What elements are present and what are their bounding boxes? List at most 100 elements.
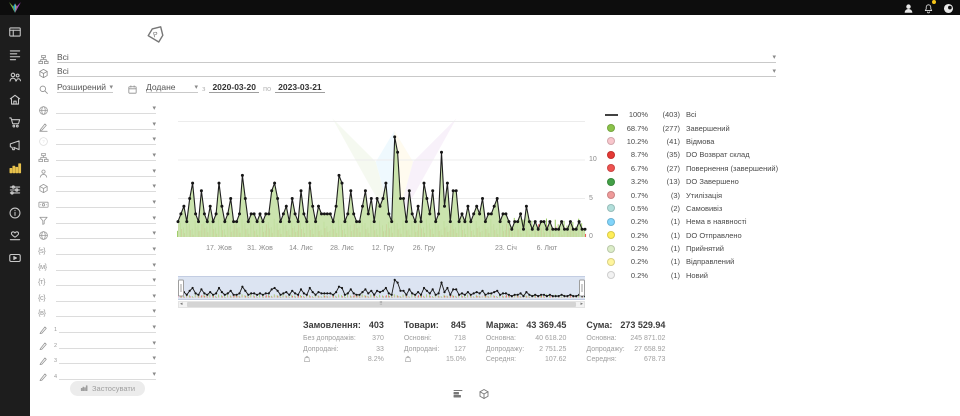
panel-filter-row-token{м}: {м}▾ bbox=[38, 258, 156, 271]
panel-filter-select[interactable]: ▾ bbox=[56, 290, 156, 302]
scroll-left-arrow[interactable]: ◂ bbox=[180, 301, 183, 308]
sidebar-item-cart[interactable] bbox=[8, 115, 22, 129]
chevron-down-icon: ▾ bbox=[152, 105, 156, 113]
sidebar-item-statistics[interactable] bbox=[8, 161, 22, 175]
chart-icon bbox=[80, 384, 88, 394]
products-select[interactable]: Всі ▾ bbox=[57, 64, 776, 77]
sidebar-item-orders-list[interactable] bbox=[8, 48, 22, 62]
chevron-down-icon: ▾ bbox=[152, 136, 156, 144]
chevron-down-icon: ▾ bbox=[109, 84, 113, 92]
panel-filter-row-pen: ▾ bbox=[38, 117, 156, 130]
panel-filter-select[interactable]: ▾ bbox=[56, 305, 156, 317]
legend-item[interactable]: 0.7%(3)Утилізація bbox=[604, 188, 784, 201]
legend-label: Відмова bbox=[686, 137, 714, 146]
pen-icon bbox=[38, 119, 49, 130]
sidebar-item-dashboard[interactable] bbox=[8, 25, 22, 39]
legend-dot-symbol bbox=[607, 204, 615, 212]
search-mode-select[interactable]: Розширений ▾ bbox=[57, 80, 113, 93]
legend-count: (13) bbox=[654, 177, 680, 186]
scroll-right-arrow[interactable]: ▸ bbox=[580, 301, 583, 308]
tag-icon[interactable]: P bbox=[140, 23, 171, 48]
search-icon[interactable] bbox=[38, 82, 49, 93]
stats-sub-label: Допродані: bbox=[303, 345, 338, 356]
panel-filter-select[interactable]: ▾ bbox=[56, 165, 156, 177]
bag-icon bbox=[404, 355, 412, 363]
legend-item[interactable]: 0.2%(1)Нема в наявності bbox=[604, 215, 784, 228]
user-icon[interactable] bbox=[903, 1, 914, 12]
date-field-select[interactable]: Додане ▾ bbox=[146, 80, 198, 93]
chevron-down-icon: ▾ bbox=[194, 84, 198, 92]
panel-filter-select[interactable]: ▾ bbox=[59, 352, 156, 364]
sidebar-item-store[interactable] bbox=[8, 93, 22, 107]
legend-percent: 0.5% bbox=[622, 204, 648, 213]
panel-filter-select[interactable]: ▾ bbox=[56, 259, 156, 271]
brand-logo-icon[interactable] bbox=[7, 1, 23, 14]
legend-item[interactable]: 0.2%(1)DO Отправлено bbox=[604, 229, 784, 242]
sidebar-item-marketing[interactable] bbox=[8, 138, 22, 152]
legend-item[interactable]: 0.2%(1)Новий bbox=[604, 269, 784, 282]
legend-label: DO Возврат склад bbox=[686, 150, 750, 159]
stats-sub-label: Середня: bbox=[486, 355, 516, 366]
legend-dot-symbol bbox=[607, 258, 615, 266]
person-icon bbox=[38, 166, 49, 177]
orders-chart[interactable] bbox=[170, 98, 598, 243]
panel-filter-select[interactable]: ▾ bbox=[56, 102, 156, 114]
pencil-number: 1 bbox=[54, 327, 57, 333]
legend-item[interactable]: 3.2%(13)DO Завершено bbox=[604, 175, 784, 188]
status-select[interactable]: Всі ▾ bbox=[57, 50, 776, 63]
panel-filter-select[interactable]: ▾ bbox=[56, 274, 156, 286]
date-from-input[interactable]: 2020-03-20 bbox=[209, 80, 258, 93]
date-field-value: Додане bbox=[146, 82, 176, 92]
panel-filter-select[interactable]: ▾ bbox=[56, 133, 156, 145]
bell-icon[interactable] bbox=[923, 1, 934, 12]
legend-item[interactable]: 0.2%(1)Прийнятий bbox=[604, 242, 784, 255]
stats-sub-label: Без допродажів: bbox=[303, 334, 356, 345]
chevron-down-icon: ▾ bbox=[152, 152, 156, 160]
legend-label: Всі bbox=[686, 110, 696, 119]
date-to-input[interactable]: 2023-03-21 bbox=[275, 80, 324, 93]
legend-item[interactable]: 6.7%(27)Повернення (завершений) bbox=[604, 162, 784, 175]
panel-filter-select[interactable]: ▾ bbox=[59, 368, 156, 380]
stats-sub-label: Основна: bbox=[486, 334, 516, 345]
calendar-icon[interactable] bbox=[127, 82, 138, 93]
scrollbar-thumb[interactable]: ⠿ bbox=[187, 302, 576, 307]
legend-item[interactable]: 68.7%(277)Завершений bbox=[604, 121, 784, 134]
legend-item[interactable]: 0.5%(2)Самовивіз bbox=[604, 202, 784, 215]
legend-item[interactable]: 10.2%(41)Відмова bbox=[604, 135, 784, 148]
sidebar-item-partners[interactable] bbox=[8, 228, 22, 242]
panel-filter-row-globe: ▾ bbox=[38, 226, 156, 239]
panel-filter-select[interactable]: ▾ bbox=[56, 243, 156, 255]
legend-label: Утилізація bbox=[686, 191, 722, 200]
legend-item[interactable]: 8.7%(35)DO Возврат склад bbox=[604, 148, 784, 161]
x-tick-label: 12. Гру bbox=[372, 245, 394, 252]
legend-item[interactable]: 100%(403)Всі bbox=[604, 108, 784, 121]
sidebar-item-video[interactable] bbox=[8, 251, 22, 265]
panel-filter-select[interactable]: ▾ bbox=[56, 180, 156, 192]
products-view-icon[interactable] bbox=[478, 387, 490, 399]
list-view-icon[interactable] bbox=[452, 387, 464, 399]
circle-faded-icon: ? bbox=[38, 134, 49, 145]
sidebar-item-clients[interactable] bbox=[8, 70, 22, 84]
filter-row-search: Розширений ▾ Додане ▾ з 2020-03-20 по 20… bbox=[38, 80, 325, 93]
panel-filter-select[interactable]: ▾ bbox=[56, 118, 156, 130]
legend-dot-symbol bbox=[607, 178, 615, 186]
legend-item[interactable]: 0.2%(1)Відправлений bbox=[604, 255, 784, 268]
apply-button[interactable]: Застосувати bbox=[70, 381, 145, 396]
legend-label: Відправлений bbox=[686, 257, 734, 266]
panel-filter-select[interactable]: ▾ bbox=[56, 196, 156, 208]
panel-filter-select[interactable]: ▾ bbox=[56, 227, 156, 239]
chart-navigator[interactable] bbox=[178, 276, 585, 300]
panel-filter-row-pencil3: 3▾ bbox=[38, 351, 156, 364]
avatar-icon[interactable] bbox=[943, 1, 954, 12]
navigator-scrollbar[interactable]: ◂ ⠿ ▸ bbox=[178, 301, 585, 308]
panel-filter-select[interactable]: ▾ bbox=[59, 337, 156, 349]
legend-label: Самовивіз bbox=[686, 204, 722, 213]
sidebar-item-info[interactable] bbox=[8, 206, 22, 220]
globe-icon bbox=[38, 228, 49, 239]
legend-label: Нема в наявності bbox=[686, 217, 747, 226]
pencil-number: 4 bbox=[54, 374, 57, 380]
sidebar-item-settings-sliders[interactable] bbox=[8, 183, 22, 197]
panel-filter-select[interactable]: ▾ bbox=[56, 212, 156, 224]
panel-filter-select[interactable]: ▾ bbox=[56, 149, 156, 161]
panel-filter-select[interactable]: ▾ bbox=[59, 321, 156, 333]
